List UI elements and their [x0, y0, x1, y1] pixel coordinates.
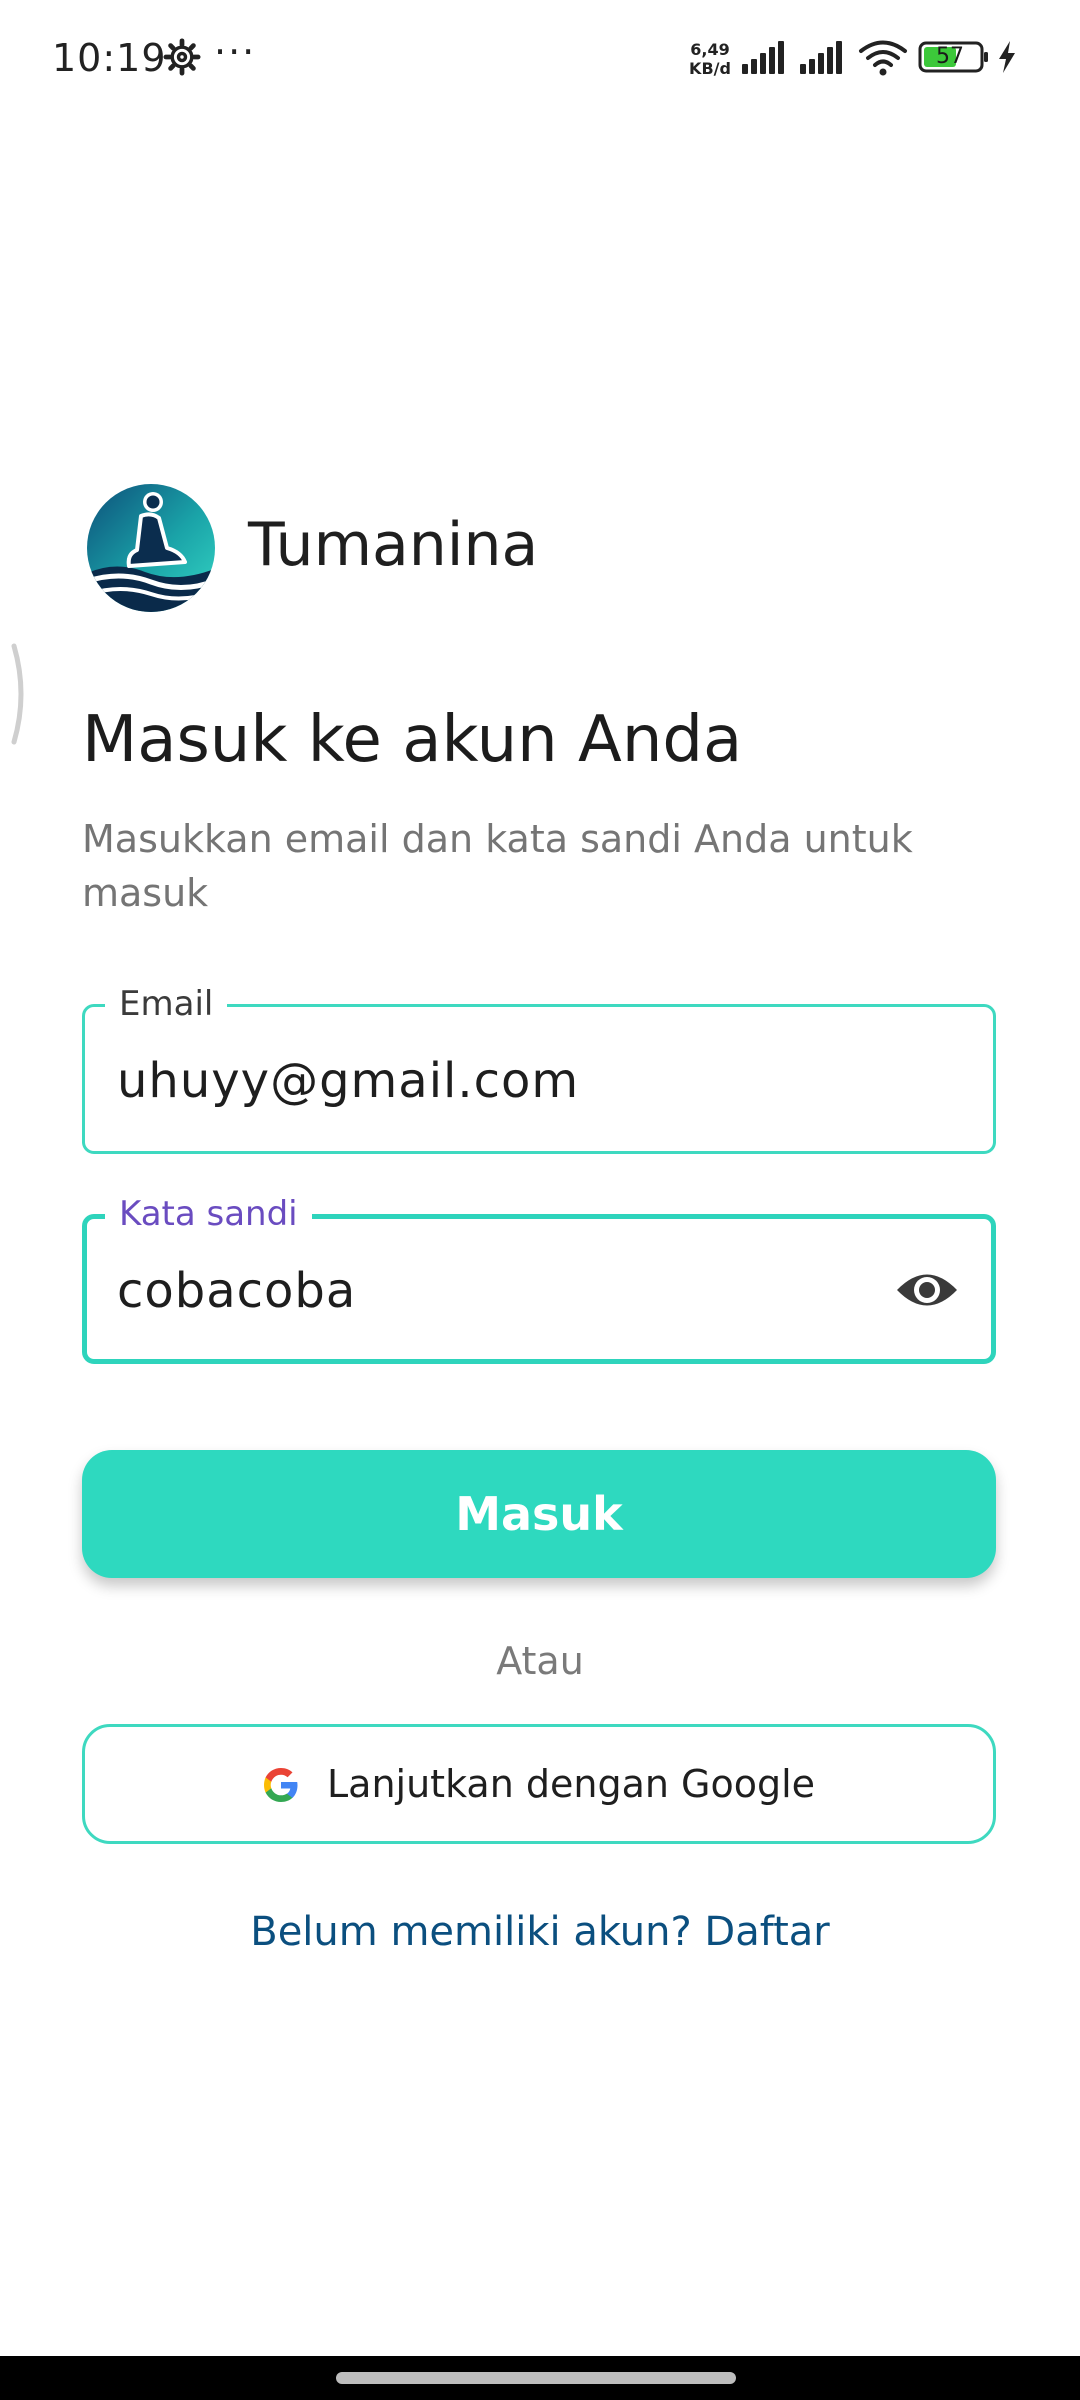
meditation-logo-icon: [87, 484, 215, 612]
email-field[interactable]: Email uhuyy@gmail.com: [82, 983, 996, 1154]
more-dots-icon: ···: [214, 30, 257, 74]
home-gesture-pill[interactable]: [336, 2372, 736, 2384]
password-field-value[interactable]: cobacoba: [117, 1261, 356, 1321]
navigation-bar: [0, 2356, 1080, 2400]
or-separator: Atau: [496, 1639, 584, 1683]
login-button[interactable]: Masuk: [82, 1450, 996, 1578]
battery-level: 57: [936, 44, 964, 69]
status-bar: 10:19 ··· 6,49 KB/d 57: [0, 0, 1080, 116]
settings-gear-icon: [163, 38, 201, 76]
network-speed-unit: KB/d: [689, 59, 731, 78]
network-speed: 6,49 KB/d: [688, 40, 732, 78]
network-speed-value: 6,49: [690, 40, 730, 59]
register-link[interactable]: Belum memiliki akun? Daftar: [0, 1904, 1080, 1960]
email-field-value[interactable]: uhuyy@gmail.com: [117, 1051, 579, 1111]
google-signin-button[interactable]: Lanjutkan dengan Google: [82, 1724, 996, 1844]
password-field-label: Kata sandi: [105, 1193, 312, 1235]
google-signin-label: Lanjutkan dengan Google: [327, 1762, 816, 1806]
page-title: Masuk ke akun Anda: [82, 703, 743, 777]
app-name: Tumanina: [248, 510, 539, 580]
password-field[interactable]: Kata sandi cobacoba: [82, 1193, 996, 1364]
edge-gesture-handle[interactable]: [0, 640, 30, 748]
signal-icon: [800, 41, 842, 74]
login-screen: 10:19 ··· 6,49 KB/d 57 Tumanina Masuk ke…: [0, 0, 1080, 2400]
page-subtitle: Masukkan email dan kata sandi Anda untuk…: [82, 817, 913, 915]
wifi-icon: [859, 40, 907, 76]
charging-bolt-icon: [999, 41, 1015, 73]
status-time: 10:19: [52, 36, 167, 80]
google-icon: [264, 1768, 298, 1802]
email-field-label: Email: [105, 983, 228, 1025]
eye-visibility-icon[interactable]: [895, 1265, 959, 1315]
signal-icon: [742, 41, 784, 74]
